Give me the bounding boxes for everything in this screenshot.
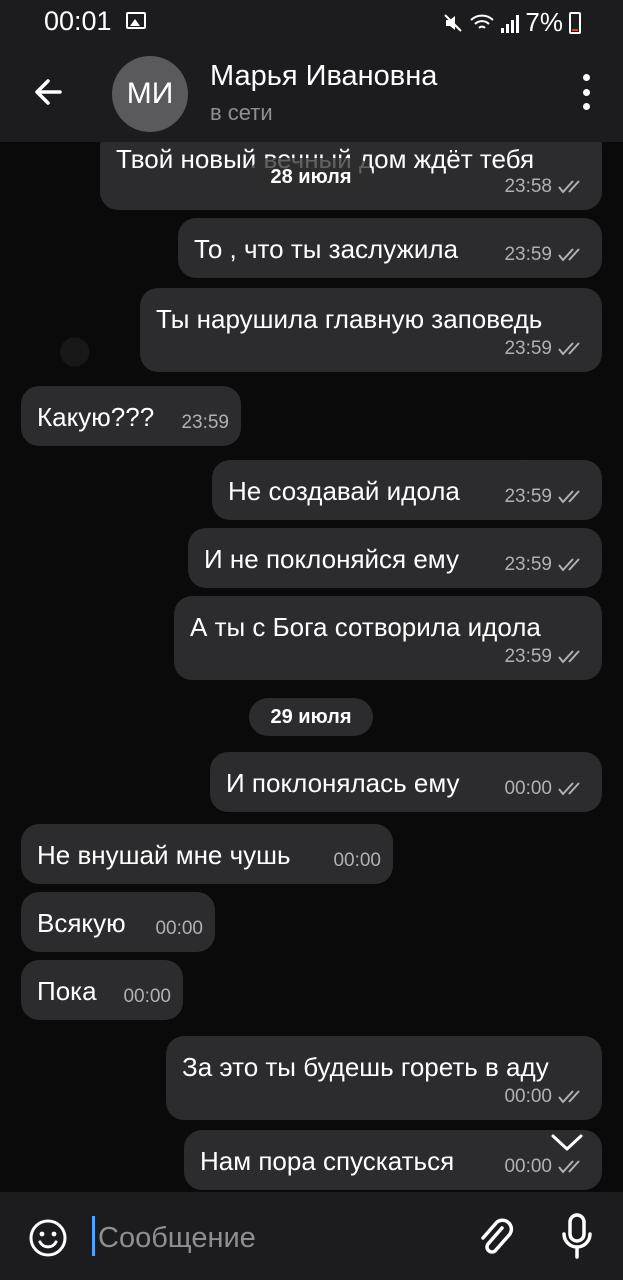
message-bubble[interactable]: Всякую 00:00 (21, 892, 215, 952)
chat-header: МИ Марья Ивановна в сети (0, 44, 623, 142)
message-meta: 23:59 (181, 412, 229, 434)
more-vert-icon[interactable] (581, 74, 591, 110)
message-list[interactable]: Твой новый вечный дом ждёт тебя 23:58 28… (0, 142, 623, 1192)
battery-icon (569, 11, 581, 34)
message-composer (0, 1192, 623, 1280)
message-time: 00:00 (155, 918, 203, 939)
message-bubble[interactable]: Не внушай мне чушь 00:00 (21, 824, 393, 884)
message-meta: 23:58 (504, 176, 588, 198)
message-meta: 00:00 (155, 918, 203, 940)
contact-name[interactable]: Марья Ивановна (210, 60, 437, 93)
message-bubble[interactable]: Нам пора спускаться 00:00 (184, 1130, 602, 1190)
wifi-icon (470, 14, 495, 29)
status-time: 00:01 (44, 6, 112, 36)
message-meta: 00:00 (504, 778, 588, 800)
message-time: 23:59 (504, 244, 552, 265)
message-bubble[interactable]: Какую??? 23:59 (21, 386, 241, 446)
message-text: За это ты будешь гореть в аду (182, 1052, 549, 1082)
message-time: 00:00 (333, 850, 381, 871)
message-time: 23:58 (504, 176, 552, 197)
message-bubble[interactable]: Пока 00:00 (21, 960, 183, 1020)
status-icons: 7% (443, 7, 581, 38)
message-meta: 23:59 (504, 486, 588, 508)
mute-icon (444, 13, 463, 32)
message-bubble[interactable]: То , что ты заслужила 23:59 (178, 218, 602, 278)
date-pill: 29 июля (249, 698, 373, 736)
message-time: 00:00 (123, 986, 171, 1007)
message-bubble[interactable]: Не создавай идола 23:59 (212, 460, 602, 520)
message-time: 23:59 (504, 338, 552, 359)
double-check-icon (558, 180, 580, 194)
double-check-icon (558, 490, 580, 504)
chevron-down-icon[interactable] (549, 1130, 585, 1154)
message-meta: 23:59 (504, 646, 588, 668)
mic-icon[interactable] (560, 1212, 594, 1260)
double-check-icon (558, 558, 580, 572)
message-time: 23:59 (504, 646, 552, 667)
message-bubble[interactable]: И поклонялась ему 00:00 (210, 752, 602, 812)
double-check-icon (558, 1160, 580, 1174)
contact-status: в сети (210, 100, 273, 125)
attach-icon[interactable] (474, 1214, 514, 1258)
double-check-icon (558, 782, 580, 796)
message-meta: 23:59 (504, 244, 588, 266)
double-check-icon (558, 1090, 580, 1104)
message-time: 23:59 (181, 412, 229, 433)
message-text: Не внушай мне чушь (37, 840, 291, 870)
message-time: 00:00 (504, 1156, 552, 1177)
message-text: И поклонялась ему (226, 768, 460, 798)
message-text: Всякую (37, 908, 126, 938)
message-time: 23:59 (504, 554, 552, 575)
status-bar: 00:01 7% (0, 0, 623, 44)
message-time: 00:00 (504, 778, 552, 799)
message-meta: 23:59 (504, 554, 588, 576)
message-meta: 00:00 (504, 1086, 588, 1108)
back-arrow-icon[interactable] (30, 74, 66, 110)
message-text: Не создавай идола (228, 476, 460, 506)
avatar[interactable]: МИ (112, 56, 188, 132)
message-bubble[interactable]: Ты нарушила главную заповедь 23:59 (140, 288, 602, 372)
message-meta: 00:00 (504, 1156, 588, 1178)
message-text: Нам пора спускаться (200, 1146, 455, 1176)
date-pill: 28 июля (249, 158, 373, 196)
gallery-icon (126, 12, 146, 29)
message-input[interactable] (98, 1218, 438, 1258)
double-check-icon (558, 342, 580, 356)
text-caret (92, 1216, 95, 1256)
emoji-icon[interactable] (28, 1218, 68, 1258)
double-check-icon (558, 248, 580, 262)
signal-icon (501, 13, 520, 33)
message-meta: 00:00 (333, 850, 381, 872)
message-time: 00:00 (504, 1086, 552, 1107)
message-time: 23:59 (504, 486, 552, 507)
message-bubble[interactable]: А ты с Бога сотворила идола 23:59 (174, 596, 602, 680)
message-bubble[interactable]: И не поклоняйся ему 23:59 (188, 528, 602, 588)
message-text: Пока (37, 976, 97, 1006)
message-text: Ты нарушила главную заповедь (156, 304, 543, 334)
message-bubble[interactable]: За это ты будешь гореть в аду 00:00 (166, 1036, 602, 1120)
message-text: И не поклоняйся ему (204, 544, 459, 574)
message-meta: 00:00 (123, 986, 171, 1008)
message-text: То , что ты заслужила (194, 234, 459, 264)
message-text: Какую??? (37, 402, 155, 432)
message-meta: 23:59 (504, 338, 588, 360)
message-text: А ты с Бога сотворила идола (190, 612, 541, 642)
double-check-icon (558, 650, 580, 664)
battery-percent: 7% (525, 7, 563, 37)
